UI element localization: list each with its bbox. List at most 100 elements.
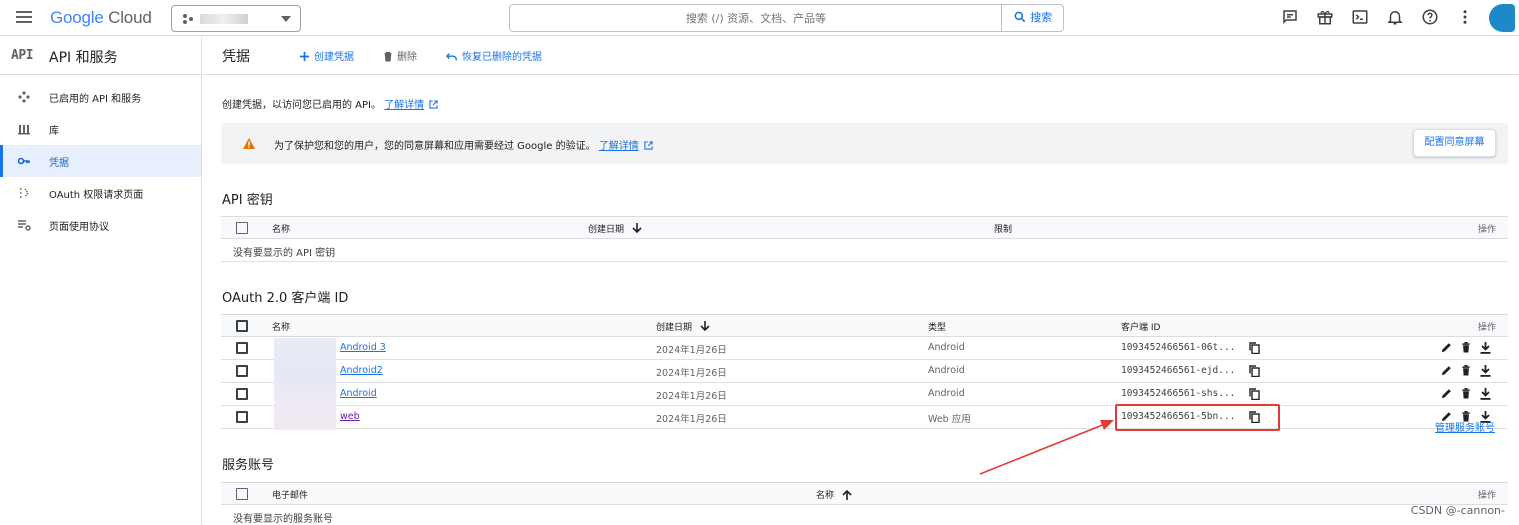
sidebar-item-page-usage[interactable]: 页面使用协议 [0,209,201,241]
learn-more-link[interactable]: 了解详情 [384,100,424,111]
project-icon [182,13,194,28]
row-checkbox[interactable] [236,411,248,423]
column-header-name[interactable]: 名称 [272,320,290,333]
column-header-email[interactable]: 电子邮件 [272,488,308,501]
gift-icon[interactable] [1316,8,1336,28]
avatar[interactable] [1489,4,1515,32]
sort-down-icon [632,223,642,234]
copy-icon[interactable] [1249,342,1260,354]
client-name-link[interactable]: Android2 [340,365,383,376]
select-all-checkbox[interactable] [236,488,248,500]
edit-icon[interactable] [1441,342,1452,353]
created-date: 2024年1月26日 [656,345,727,356]
column-header-restrictions: 限制 [994,225,1013,235]
client-type: Android [928,365,965,376]
row-checkbox[interactable] [236,342,248,354]
bell-icon[interactable] [1386,8,1406,28]
select-all-checkbox[interactable] [236,320,248,332]
row-checkbox[interactable] [236,388,248,400]
client-type: Web 应用 [928,414,971,425]
sidebar-item-library[interactable]: 库 [0,113,201,145]
logo-cloud-text: Cloud [108,8,152,27]
chevron-down-icon [281,16,291,22]
client-name-link[interactable]: Android 3 [340,342,386,353]
create-credentials-button[interactable]: 创建凭据 [299,48,354,63]
column-header-name[interactable]: 名称 [816,488,852,501]
sidebar-item-label: 库 [49,126,59,137]
help-icon[interactable] [1421,8,1441,28]
column-header-type[interactable]: 类型 [928,320,946,333]
client-id: 1093452466561-ejd... [1121,365,1236,376]
delete-button[interactable]: 删除 [383,48,417,63]
search-button[interactable]: 搜索 [1001,5,1063,31]
restore-deleted-label: 恢复已删除的凭据 [462,52,542,63]
column-header-created-label: 创建日期 [588,225,625,235]
trash-icon [384,51,392,62]
api-logo: API [11,48,33,63]
copy-icon[interactable] [1249,388,1260,400]
banner-learn-more-link[interactable]: 了解详情 [599,141,639,152]
created-date: 2024年1月26日 [656,414,727,425]
copy-icon[interactable] [1249,365,1260,377]
column-header-created[interactable]: 创建日期 [656,320,710,333]
logo-google-text: Google [50,8,104,27]
main-content: 凭据 创建凭据 删除 恢复已删除的凭据 创建凭据，以访问您已启用的 API。 了… [203,37,1519,525]
restore-deleted-button[interactable]: 恢复已删除的凭据 [445,48,542,63]
table-row: Android 3 2024年1月26日 Android 10934524665… [221,337,1508,360]
client-name-link[interactable]: Android [340,388,377,399]
client-name-link[interactable]: web [340,411,360,422]
intro-text: 创建凭据，以访问您已启用的 API。 了解详情 [222,96,439,111]
google-cloud-logo[interactable]: Google Cloud [50,8,152,28]
download-icon[interactable] [1480,365,1491,377]
library-icon [17,122,31,136]
consent-icon [17,186,31,200]
client-type: Android [928,388,965,399]
manage-service-accounts-link[interactable]: 管理服务账号 [1435,419,1495,434]
project-name-redacted [200,14,248,24]
notes-icon[interactable] [1281,8,1301,28]
sidebar-item-label: 已启用的 API 和服务 [49,94,142,105]
empty-row: 没有要显示的 API 密钥 [221,239,1508,262]
sidebar-item-oauth-consent[interactable]: OAuth 权限请求页面 [0,177,201,209]
search-button-label: 搜索 [1030,11,1053,24]
configure-consent-screen-button[interactable]: 配置同意屏幕 [1413,129,1496,157]
row-checkbox[interactable] [236,365,248,377]
sidebar-item-label: 凭据 [49,158,69,169]
sidebar-item-enabled-apis[interactable]: 已启用的 API 和服务 [0,81,201,113]
service-accounts-table: 电子邮件 名称 操作 没有要显示的服务账号 [221,482,1508,525]
key-icon [17,154,31,168]
sidebar: API API 和服务 已启用的 API 和服务 库 凭据 OAuth 权限请求… [0,37,202,525]
download-icon[interactable] [1480,342,1491,354]
edit-icon[interactable] [1441,365,1452,376]
top-bar: Google Cloud 搜索 [0,0,1519,36]
sort-down-icon [700,321,710,332]
intro-description: 创建凭据，以访问您已启用的 API。 [222,100,381,111]
search-input[interactable] [510,5,1002,31]
settings-list-icon [17,218,31,232]
edit-icon[interactable] [1441,388,1452,399]
empty-message: 没有要显示的 API 密钥 [233,248,336,259]
download-icon[interactable] [1480,388,1491,400]
banner-text: 为了保护您和您的用户，您的同意屏幕和应用需要经过 Google 的验证。 了解详… [274,137,653,152]
trash-icon[interactable] [1461,342,1471,353]
plus-icon [299,51,310,62]
page-toolbar: 凭据 创建凭据 删除 恢复已删除的凭据 [203,37,1519,75]
table-row: Android2 2024年1月26日 Android 109345246656… [221,360,1508,383]
trash-icon[interactable] [1461,388,1471,399]
column-header-name[interactable]: 名称 [272,222,290,235]
verification-banner: 为了保护您和您的用户，您的同意屏幕和应用需要经过 Google 的验证。 了解详… [221,123,1508,164]
column-header-created-label: 创建日期 [656,323,693,333]
external-link-icon [644,141,653,150]
api-hub-icon [17,90,31,104]
table-header: 名称 创建日期 限制 操作 [221,216,1508,239]
column-header-created[interactable]: 创建日期 [588,222,642,235]
name-redaction [274,338,336,430]
create-credentials-label: 创建凭据 [314,52,354,63]
menu-icon[interactable] [14,8,34,28]
select-all-checkbox[interactable] [236,222,248,234]
trash-icon[interactable] [1461,365,1471,376]
terminal-icon[interactable] [1351,8,1371,28]
sidebar-item-credentials[interactable]: 凭据 [0,145,201,177]
project-picker[interactable] [171,5,301,32]
more-vert-icon[interactable] [1456,8,1476,28]
